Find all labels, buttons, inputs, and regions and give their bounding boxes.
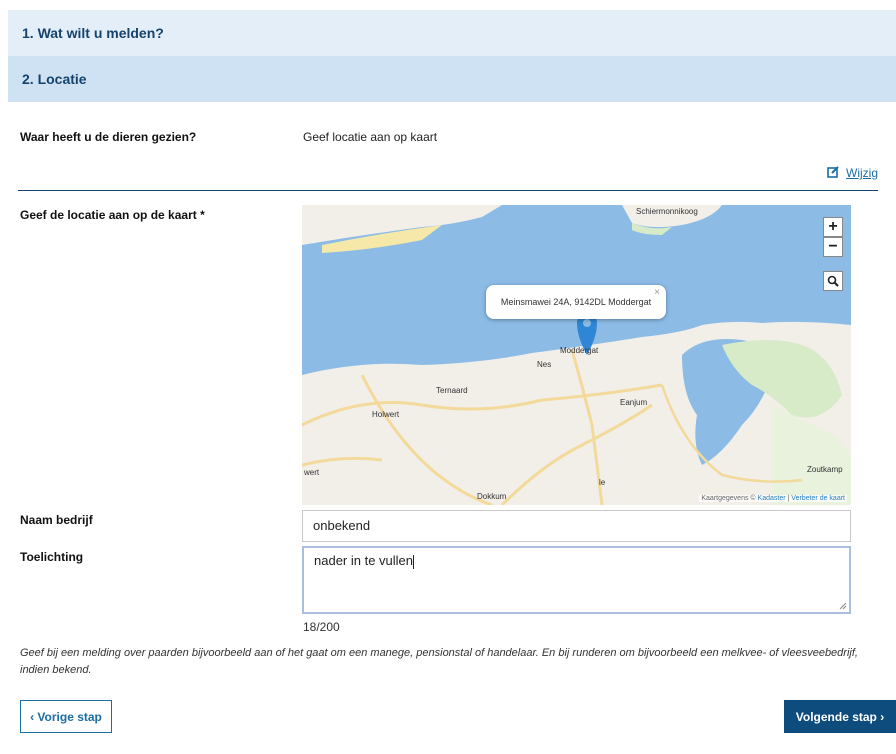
- location-question-label: Waar heeft u de dieren gezien?: [20, 130, 197, 144]
- map-label-moddergat: Moddergat: [560, 346, 599, 355]
- next-step-button[interactable]: Volgende stap ›: [784, 700, 896, 733]
- edit-link-label[interactable]: Wijzig: [846, 166, 878, 180]
- company-input[interactable]: onbekend: [302, 510, 851, 542]
- character-counter: 18/200: [303, 620, 340, 634]
- map-canvas: [302, 205, 851, 505]
- map-label-zoutkamp: Zoutkamp: [807, 465, 843, 474]
- help-text: Geef bij een melding over paarden bijvoo…: [20, 647, 858, 676]
- map-search-button[interactable]: [823, 271, 843, 291]
- map-attribution: Kaartgegevens © Kadaster | Verbeter de k…: [699, 495, 847, 502]
- attribution-improve-link[interactable]: Verbeter de kaart: [791, 495, 845, 502]
- resize-handle-icon[interactable]: [839, 602, 847, 610]
- section-divider: [18, 190, 878, 191]
- edit-link[interactable]: Wijzig: [827, 165, 878, 181]
- company-label: Naam bedrijf: [20, 513, 93, 527]
- location-map[interactable]: Schiermonnikoog Moddergat Nes Ternaard H…: [302, 205, 851, 505]
- popup-close-icon[interactable]: ×: [654, 287, 660, 298]
- map-label-schiermonnikoog: Schiermonnikoog: [636, 207, 698, 216]
- explanation-text: nader in te vullen: [314, 553, 414, 568]
- map-label-holwert: Holwert: [372, 410, 400, 419]
- attribution-kadaster-link[interactable]: Kadaster: [758, 495, 786, 502]
- text-cursor: [413, 554, 415, 569]
- step-header-what[interactable]: 1. Wat wilt u melden?: [8, 10, 896, 56]
- map-popup-address: Meinsmawei 24A, 9142DL Moddergat: [500, 297, 652, 307]
- step-header-location[interactable]: 2. Locatie: [8, 56, 896, 102]
- map-label-ternaard: Ternaard: [436, 386, 468, 395]
- map-label-dokkum: Dokkum: [477, 492, 507, 501]
- explanation-label: Toelichting: [20, 550, 84, 564]
- map-label-eanjum: Eanjum: [620, 398, 648, 407]
- edit-icon: [827, 165, 840, 181]
- map-label-nes: Nes: [537, 360, 552, 369]
- attribution-separator: |: [787, 495, 790, 502]
- attribution-prefix: Kaartgegevens ©: [701, 495, 756, 502]
- map-popup: Meinsmawei 24A, 9142DL Moddergat ×: [486, 285, 666, 319]
- magnifier-icon: [827, 275, 839, 287]
- explanation-textarea[interactable]: nader in te vullen: [302, 546, 851, 614]
- zoom-out-button[interactable]: −: [823, 237, 843, 257]
- location-question-value: Geef locatie aan op kaart: [303, 130, 438, 144]
- map-field-label: Geef de locatie aan op de kaart *: [20, 208, 205, 222]
- zoom-in-button[interactable]: +: [823, 217, 843, 237]
- map-label-le: le: [599, 478, 606, 487]
- previous-step-button[interactable]: ‹ Vorige stap: [20, 700, 112, 733]
- map-label-wert: wert: [304, 468, 320, 477]
